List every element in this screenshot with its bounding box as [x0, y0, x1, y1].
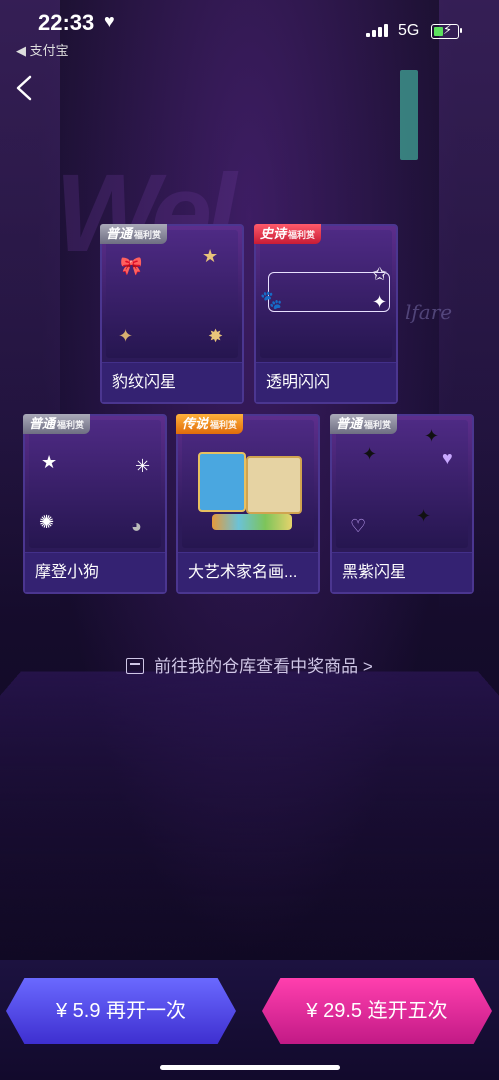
warehouse-link[interactable]: 前往我的仓库查看中奖商品 >: [0, 652, 499, 677]
tier-tag: 传说 福利赏: [176, 414, 244, 434]
stamp-rolls-decor: [212, 514, 292, 530]
sparkle-icon: ✦: [372, 292, 388, 312]
prize-card[interactable]: ★ ✳ ✺ ◕ 普通 福利赏 摩登小狗: [23, 414, 167, 594]
prize-name: 透明闪闪: [256, 362, 396, 402]
tier-tag: 普通 福利赏: [100, 224, 168, 244]
chevron-left-icon[interactable]: [12, 74, 36, 102]
back-to-app-link[interactable]: ◀ 支付宝: [16, 40, 69, 59]
sparkle-icon: ✦: [362, 444, 378, 464]
prize-name: 大艺术家名画...: [178, 552, 318, 592]
prize-card[interactable]: ✦ ✦ ♥ ♡ ✦ 普通 福利赏 黑紫闪星: [330, 414, 474, 594]
box-icon: [126, 658, 145, 674]
tier-tag: 史诗 福利赏: [254, 224, 322, 244]
heart-icon: ♥: [442, 448, 453, 468]
prize-card[interactable]: 🎀 ★ ✦ ✸ 普通 福利赏 豹纹闪星: [100, 224, 244, 404]
open-five-button[interactable]: ¥ 29.5 连开五次: [262, 978, 492, 1044]
tier-tag: 普通 福利赏: [23, 414, 91, 434]
neon-sign-decor: [400, 70, 418, 160]
painting-decor: [198, 452, 246, 512]
status-time: 22:33: [38, 10, 95, 35]
star-icon: ✦: [118, 326, 134, 346]
tier-tag: 普通 福利赏: [330, 414, 398, 434]
dog-face-icon: ◕: [131, 516, 142, 536]
prize-card[interactable]: 传说 福利赏 大艺术家名画...: [176, 414, 320, 594]
prize-name: 黑紫闪星: [332, 552, 472, 592]
sparkle-icon: ✳: [135, 456, 151, 476]
warehouse-link-label: 前往我的仓库查看中奖商品 >: [154, 657, 373, 676]
open-again-button[interactable]: ¥ 5.9 再开一次: [6, 978, 236, 1044]
battery-icon: ⚡: [431, 22, 462, 39]
heart-icon: ♥: [104, 11, 115, 31]
prize-name: 摩登小狗: [25, 552, 165, 592]
spiral-icon: ✺: [39, 512, 55, 532]
painting-decor: [246, 456, 302, 514]
sparkle-icon: ✦: [416, 506, 432, 526]
network-type: 5G: [398, 22, 420, 39]
paw-icon: 🐾: [260, 290, 283, 310]
prize-card[interactable]: 🐾 ✩ ✦ 史诗 福利赏 透明闪闪: [254, 224, 398, 404]
heart-outline-icon: ♡: [350, 516, 367, 536]
star-icon: ★: [202, 246, 219, 266]
star-icon: ★: [41, 452, 58, 472]
bow-icon: 🎀: [120, 256, 143, 276]
prize-name: 豹纹闪星: [102, 362, 242, 402]
signal-icon: [366, 24, 388, 37]
background-script-text: lfare: [405, 300, 453, 324]
status-bar: 22:33 ♥ ◀ 支付宝 5G ⚡: [0, 0, 499, 64]
sparkle-icon: ✦: [424, 426, 440, 446]
home-indicator[interactable]: [160, 1065, 340, 1070]
star-icon: ✸: [208, 326, 224, 346]
star-icon: ✩: [372, 264, 388, 284]
